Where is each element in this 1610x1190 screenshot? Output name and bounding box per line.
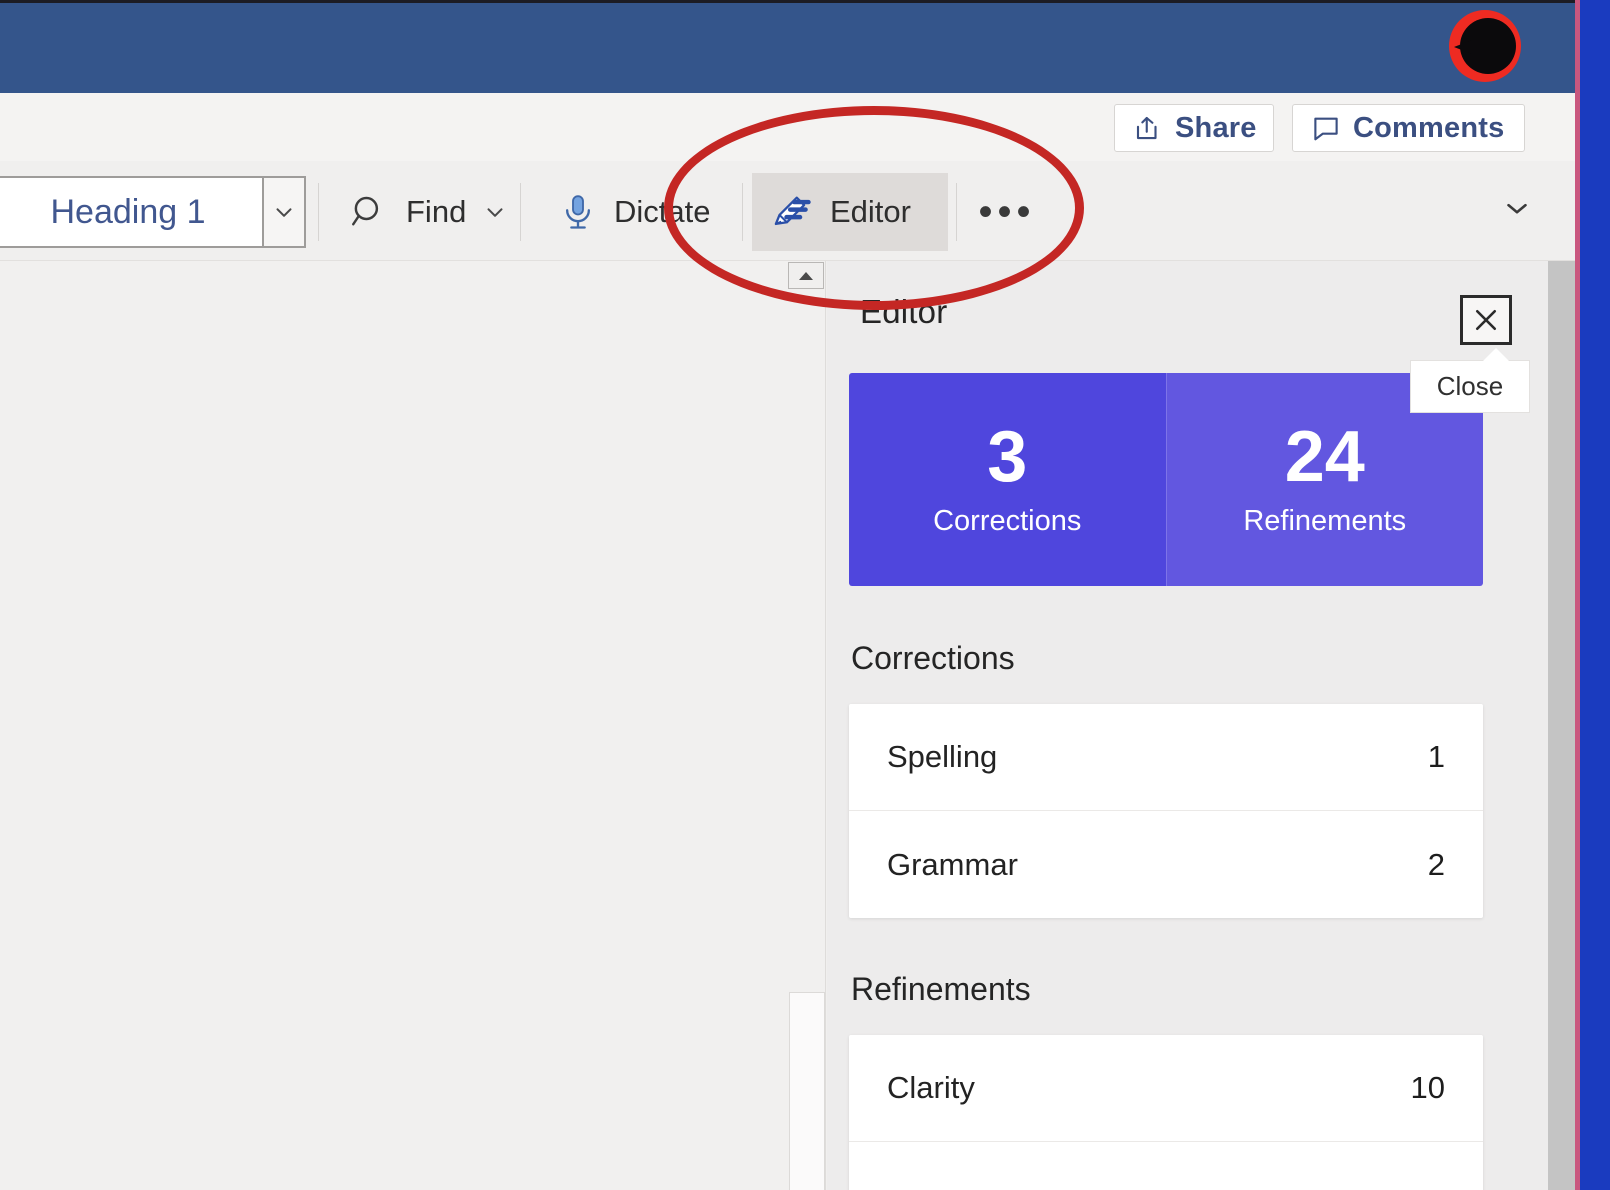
ribbon-expand-caret-button[interactable] [788,262,824,289]
comments-button[interactable]: Comments [1292,104,1525,152]
list-item-label: Spelling [887,739,997,775]
ribbon-separator [520,183,521,241]
ribbon-bar: Heading 1 Find [0,161,1576,261]
editor-task-pane: Editor Close 3 Corrections 24 Refinement… [827,261,1548,1190]
editor-label: Editor [830,194,911,230]
dictate-label: Dictate [614,194,710,230]
style-gallery-dropdown-button[interactable] [264,176,306,248]
editor-pane-title: Editor [860,293,947,331]
close-pane-button[interactable] [1460,295,1512,345]
document-vertical-scrollbar[interactable] [789,992,825,1190]
dictate-button[interactable]: Dictate [540,173,728,251]
list-item-label: Grammar [887,847,1018,883]
ribbon-collapse-button[interactable] [1500,191,1534,225]
close-tooltip: Close [1410,360,1530,413]
ribbon-separator [956,183,957,241]
comment-bubble-icon [1311,113,1341,143]
score-label: Refinements [1243,505,1406,538]
ribbon-separator [742,183,743,241]
list-item-count: 10 [1411,1070,1445,1106]
list-item[interactable]: Clarity 10 [849,1035,1483,1142]
score-label: Corrections [933,505,1081,538]
score-value: 3 [987,421,1027,493]
corrections-list: Spelling 1 Grammar 2 [849,704,1483,918]
chevron-down-icon [482,199,508,225]
list-item[interactable] [849,1142,1483,1190]
share-label: Share [1175,112,1257,145]
microphone-icon [558,192,598,232]
refinements-list: Clarity 10 [849,1035,1483,1190]
list-item[interactable]: Grammar 2 [849,811,1483,918]
style-gallery-box[interactable]: Heading 1 [0,176,264,248]
score-value: 24 [1285,421,1365,493]
style-gallery-value: Heading 1 [50,193,205,232]
find-button[interactable]: Find [330,173,526,251]
share-icon [1133,113,1163,143]
refinements-section-title: Refinements [851,971,1031,1008]
search-icon [348,191,390,233]
ribbon-separator [318,183,319,241]
list-item-label: Clarity [887,1070,975,1106]
editor-button[interactable]: Editor [752,173,948,251]
ellipsis-icon: ••• [979,202,1036,222]
chevron-down-icon [271,199,297,225]
list-item-count: 2 [1428,847,1445,883]
editor-pen-icon [770,190,814,234]
corrections-section-title: Corrections [851,640,1015,677]
score-card-corrections[interactable]: 3 Corrections [849,373,1166,586]
list-item[interactable]: Spelling 1 [849,704,1483,811]
close-icon [1471,305,1501,335]
title-bar [0,0,1576,93]
editor-score-cards: 3 Corrections 24 Refinements [849,373,1483,586]
document-canvas[interactable] [0,261,826,1190]
more-commands-button[interactable]: ••• [966,173,1048,251]
caret-up-icon [797,270,815,282]
list-item-count: 1 [1428,739,1445,775]
command-bar: Share Comments [0,93,1576,161]
avatar[interactable] [1449,10,1521,82]
pane-vertical-scrollbar[interactable] [1548,261,1576,1190]
share-button[interactable]: Share [1114,104,1274,152]
find-label: Find [406,194,466,230]
word-application-window: Share Comments Heading 1 [0,0,1580,1190]
comments-label: Comments [1353,112,1504,145]
